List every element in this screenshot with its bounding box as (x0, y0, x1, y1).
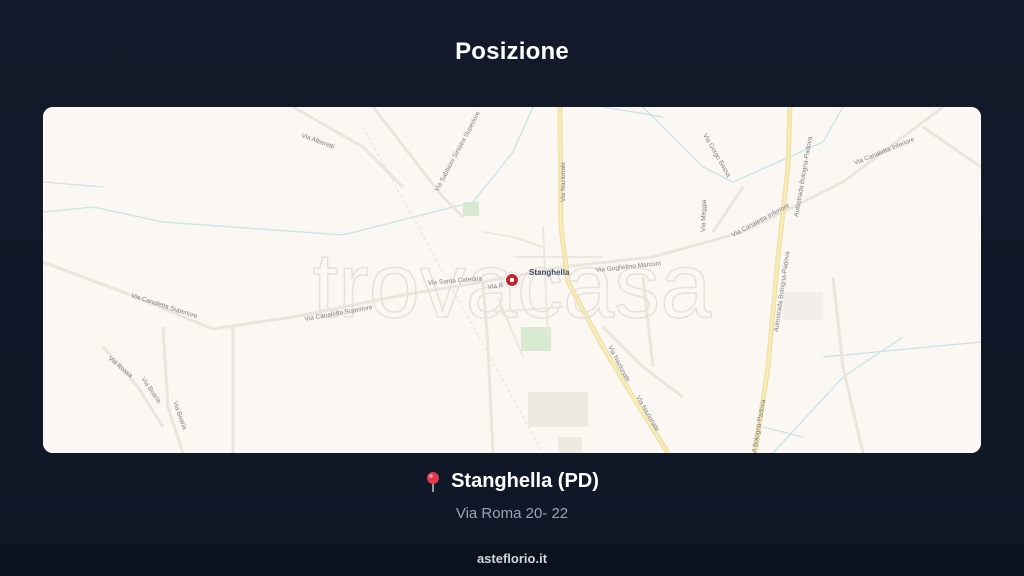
location-title: Stanghella (PD) (425, 470, 599, 493)
location-address: Via Roma 20- 22 (455, 504, 569, 522)
map-label: Via Meggia (700, 199, 708, 232)
map-place-label: Stanghella (529, 268, 570, 277)
page-title: Posizione (455, 38, 569, 65)
footer-site[interactable]: asteflorio.it (0, 544, 1024, 576)
map-label: Via Nazionale (560, 162, 567, 202)
location-name: Stanghella (PD) (451, 470, 599, 492)
location-map[interactable]: trovacasa Via Alberetti Via Sabbioni Sin… (43, 107, 981, 453)
map-pin-icon (427, 471, 440, 492)
location-marker-icon[interactable] (503, 271, 521, 289)
location-info: Stanghella (PD) Via Roma 20- 22 (0, 470, 1024, 522)
map-canvas[interactable]: trovacasa Via Alberetti Via Sabbioni Sin… (43, 107, 981, 453)
